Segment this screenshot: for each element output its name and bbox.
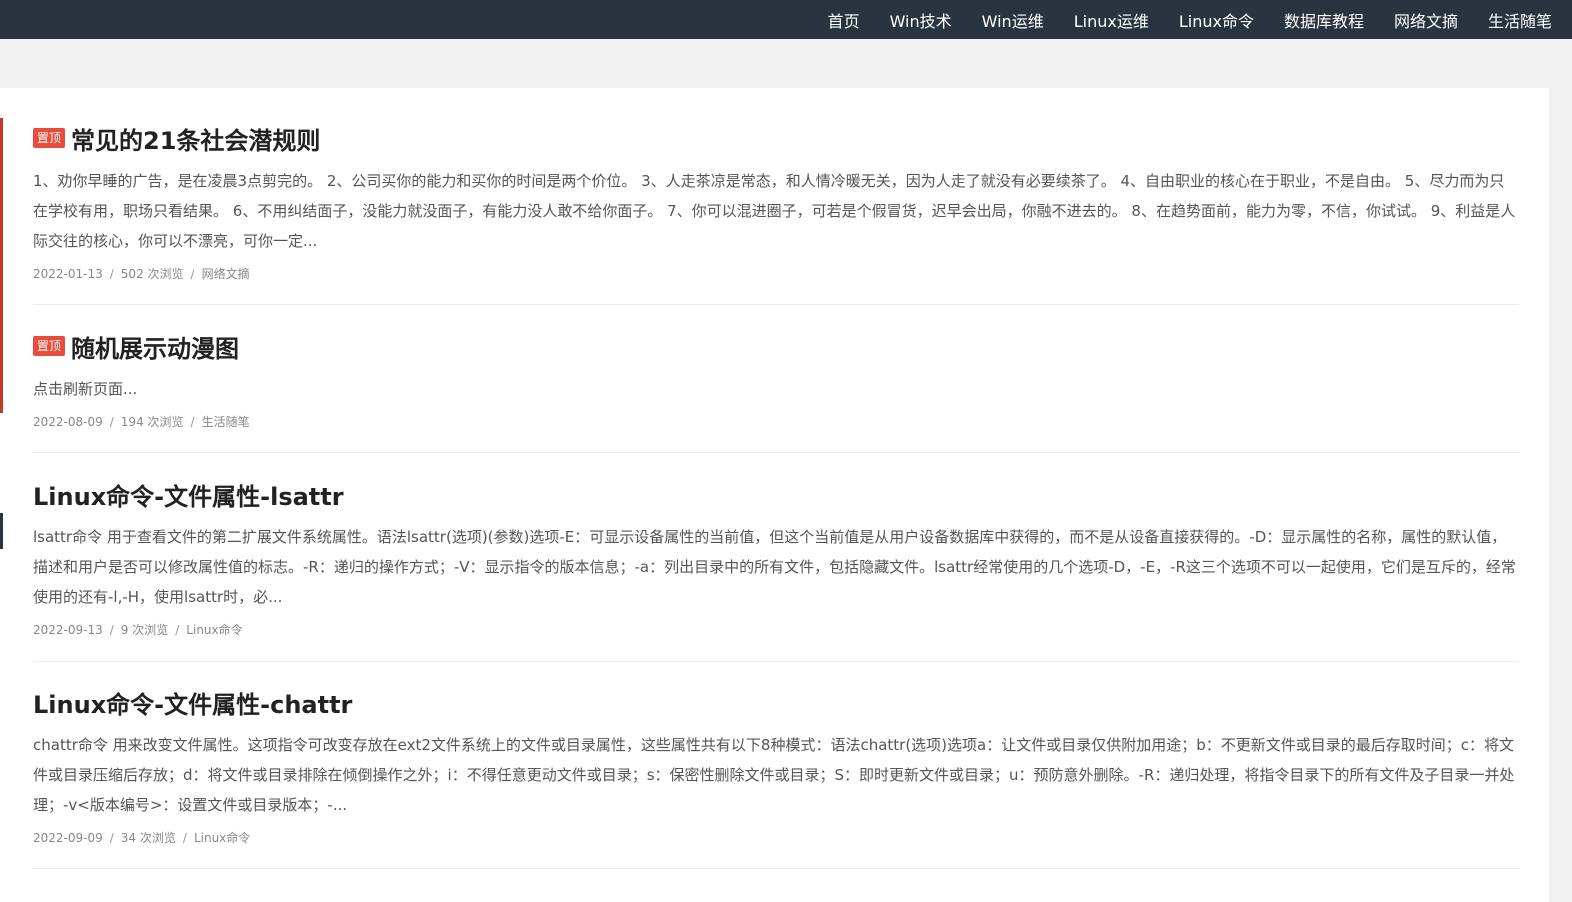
post-item: 置顶 随机展示动漫图 点击刷新页面... 2022-08-09 / 194 次浏览 /… bbox=[33, 326, 1519, 453]
nav-item-linux-commands[interactable]: Linux命令 bbox=[1179, 8, 1254, 32]
post-meta: 2022-09-13 / 9 次浏览 / Linux命令 bbox=[33, 620, 1519, 640]
post-list: 置顶 常见的21条社会潜规则 1、劝你早睡的广告，是在凌晨3点剪完的。 2、公司… bbox=[0, 88, 1549, 902]
post-date: 2022-01-13 bbox=[33, 267, 103, 281]
post-title[interactable]: 常见的21条社会潜规则 bbox=[71, 121, 320, 156]
meta-separator: / bbox=[190, 267, 195, 281]
side-marker bbox=[0, 513, 3, 549]
post-views: 194 次浏览 bbox=[120, 415, 184, 429]
meta-separator: / bbox=[109, 415, 114, 429]
post-category-link[interactable]: Linux命令 bbox=[194, 831, 250, 845]
nav-item-life-notes[interactable]: 生活随笔 bbox=[1488, 8, 1552, 32]
post-excerpt: 1、劝你早睡的广告，是在凌晨3点剪完的。 2、公司买你的能力和买你的时间是两个价… bbox=[33, 172, 1516, 250]
nav-item-win-tech[interactable]: Win技术 bbox=[890, 8, 952, 32]
post-title[interactable]: 随机展示动漫图 bbox=[71, 329, 239, 364]
post-excerpt: lsattr命令 用于查看文件的第二扩展文件系统属性。语法lsattr(选项)(… bbox=[33, 528, 1516, 606]
post-item: Linux命令-文件属性-lsattr lsattr命令 用于查看文件的第二扩展… bbox=[33, 474, 1519, 662]
nav-item-home[interactable]: 首页 bbox=[828, 8, 860, 32]
post-title[interactable]: Linux命令-文件属性-lsattr bbox=[33, 477, 344, 512]
nav-item-web-digest[interactable]: 网络文摘 bbox=[1394, 8, 1458, 32]
meta-separator: / bbox=[175, 623, 180, 637]
post-date: 2022-08-09 bbox=[33, 415, 103, 429]
post-category-link[interactable]: 网络文摘 bbox=[202, 267, 250, 281]
nav-item-win-ops[interactable]: Win运维 bbox=[982, 8, 1044, 32]
post-date: 2022-09-13 bbox=[33, 623, 103, 637]
main-nav: 首页 Win技术 Win运维 Linux运维 Linux命令 数据库教程 网络文… bbox=[798, 0, 1552, 39]
sticky-side-marker bbox=[0, 118, 3, 413]
sticky-badge: 置顶 bbox=[33, 128, 66, 148]
post-item: 置顶 常见的21条社会潜规则 1、劝你早睡的广告，是在凌晨3点剪完的。 2、公司… bbox=[33, 118, 1519, 305]
post-views: 502 次浏览 bbox=[120, 267, 184, 281]
post-date: 2022-09-09 bbox=[33, 831, 103, 845]
post-views: 9 次浏览 bbox=[120, 623, 169, 637]
post-title-link[interactable]: 置顶 常见的21条社会潜规则 bbox=[33, 118, 1519, 158]
post-item-partial bbox=[33, 888, 1519, 902]
meta-separator: / bbox=[182, 831, 187, 845]
top-navbar: 首页 Win技术 Win运维 Linux运维 Linux命令 数据库教程 网络文… bbox=[0, 0, 1572, 39]
post-excerpt: 点击刷新页面... bbox=[33, 380, 138, 398]
meta-separator: / bbox=[109, 267, 114, 281]
post-title-link[interactable]: 置顶 随机展示动漫图 bbox=[33, 326, 1519, 366]
meta-separator: / bbox=[109, 623, 114, 637]
post-category-link[interactable]: Linux命令 bbox=[186, 623, 242, 637]
post-title-link[interactable]: Linux命令-文件属性-chattr bbox=[33, 682, 1519, 722]
meta-separator: / bbox=[190, 415, 195, 429]
sticky-badge: 置顶 bbox=[33, 336, 66, 356]
meta-separator: / bbox=[109, 831, 114, 845]
post-meta: 2022-01-13 / 502 次浏览 / 网络文摘 bbox=[33, 264, 1519, 284]
nav-item-database[interactable]: 数据库教程 bbox=[1284, 8, 1364, 32]
nav-item-linux-ops[interactable]: Linux运维 bbox=[1074, 8, 1149, 32]
post-meta: 2022-09-09 / 34 次浏览 / Linux命令 bbox=[33, 828, 1519, 848]
post-meta: 2022-08-09 / 194 次浏览 / 生活随笔 bbox=[33, 412, 1519, 432]
post-title[interactable]: Linux命令-文件属性-chattr bbox=[33, 685, 352, 720]
post-category-link[interactable]: 生活随笔 bbox=[202, 415, 250, 429]
post-views: 34 次浏览 bbox=[120, 831, 176, 845]
post-item: Linux命令-文件属性-chattr chattr命令 用来改变文件属性。这项… bbox=[33, 682, 1519, 869]
post-title-link[interactable]: Linux命令-文件属性-lsattr bbox=[33, 474, 1519, 514]
post-excerpt: chattr命令 用来改变文件属性。这项指令可改变存放在ext2文件系统上的文件… bbox=[33, 736, 1515, 814]
